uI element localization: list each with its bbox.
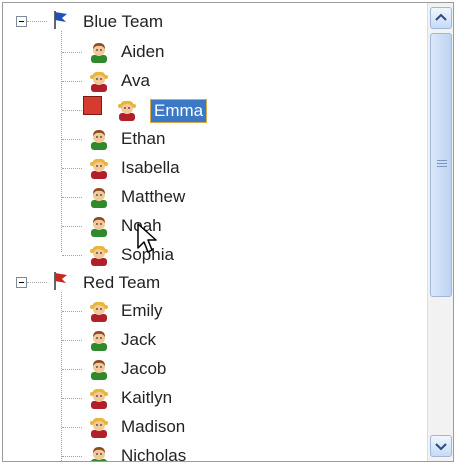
tree-item-ethan[interactable]: Ethan — [121, 129, 165, 149]
tree-item-jack[interactable]: Jack — [121, 330, 156, 350]
tree-view[interactable]: Blue Team Red Team Aiden Ava Emma Ethan Isab… — [3, 3, 427, 461]
tree-item-nicholas[interactable]: Nicholas — [121, 446, 186, 461]
tree-connector — [27, 282, 47, 283]
tree-item-emma[interactable]: Emma — [149, 99, 208, 123]
boy-icon — [91, 130, 107, 150]
tree-item-kaitlyn[interactable]: Kaitlyn — [121, 388, 172, 408]
tree-connector — [61, 31, 62, 252]
tree-view-frame: Blue Team Red Team Aiden Ava Emma Ethan Isab… — [2, 2, 454, 462]
tree-item-aiden[interactable]: Aiden — [121, 42, 164, 62]
tree-connector — [62, 197, 82, 198]
tree-connector — [62, 398, 82, 399]
tree-connector — [62, 311, 82, 312]
tree-item-madison[interactable]: Madison — [121, 417, 185, 437]
tree-connector — [27, 21, 47, 22]
tree-connector — [62, 340, 82, 341]
drag-marker-icon — [83, 96, 102, 115]
vertical-scrollbar[interactable] — [427, 3, 453, 461]
girl-icon — [90, 388, 108, 409]
tree-connector — [62, 226, 82, 227]
tree-connector — [62, 52, 82, 53]
tree-item-ava[interactable]: Ava — [121, 71, 150, 91]
boy-icon — [91, 217, 107, 237]
girl-icon — [90, 71, 108, 92]
boy-icon — [91, 447, 107, 461]
thumb-grip — [437, 160, 447, 161]
tree-connector — [62, 81, 82, 82]
boy-icon — [91, 188, 107, 208]
tree-item-isabella[interactable]: Isabella — [121, 158, 180, 178]
chevron-up-icon — [435, 13, 447, 21]
girl-icon — [118, 100, 136, 121]
group-label-blue-team[interactable]: Blue Team — [83, 12, 163, 32]
collapse-blue-team-toggle[interactable] — [16, 16, 27, 27]
tree-connector — [61, 292, 62, 461]
boy-icon — [91, 331, 107, 351]
boy-icon — [91, 360, 107, 380]
tree-connector — [62, 139, 82, 140]
chevron-down-icon — [435, 443, 447, 451]
thumb-grip — [437, 166, 447, 167]
mouse-cursor-icon — [137, 223, 157, 253]
group-label-red-team[interactable]: Red Team — [83, 273, 160, 293]
tree-connector — [62, 427, 82, 428]
girl-icon — [90, 245, 108, 266]
thumb-grip — [437, 163, 447, 164]
tree-connector — [62, 369, 82, 370]
blue-flag-icon — [54, 11, 67, 29]
tree-connector — [62, 168, 82, 169]
tree-item-emily[interactable]: Emily — [121, 301, 163, 321]
girl-icon — [90, 301, 108, 322]
tree-connector — [62, 456, 82, 457]
tree-item-matthew[interactable]: Matthew — [121, 187, 185, 207]
scroll-up-button[interactable] — [430, 7, 452, 29]
collapse-red-team-toggle[interactable] — [16, 277, 27, 288]
red-flag-icon — [54, 272, 67, 290]
scroll-down-button[interactable] — [430, 435, 452, 457]
tree-connector — [62, 110, 82, 111]
boy-icon — [91, 43, 107, 63]
scroll-thumb[interactable] — [430, 33, 452, 297]
tree-item-jacob[interactable]: Jacob — [121, 359, 166, 379]
tree-connector — [62, 255, 82, 256]
girl-icon — [90, 417, 108, 438]
girl-icon — [90, 158, 108, 179]
